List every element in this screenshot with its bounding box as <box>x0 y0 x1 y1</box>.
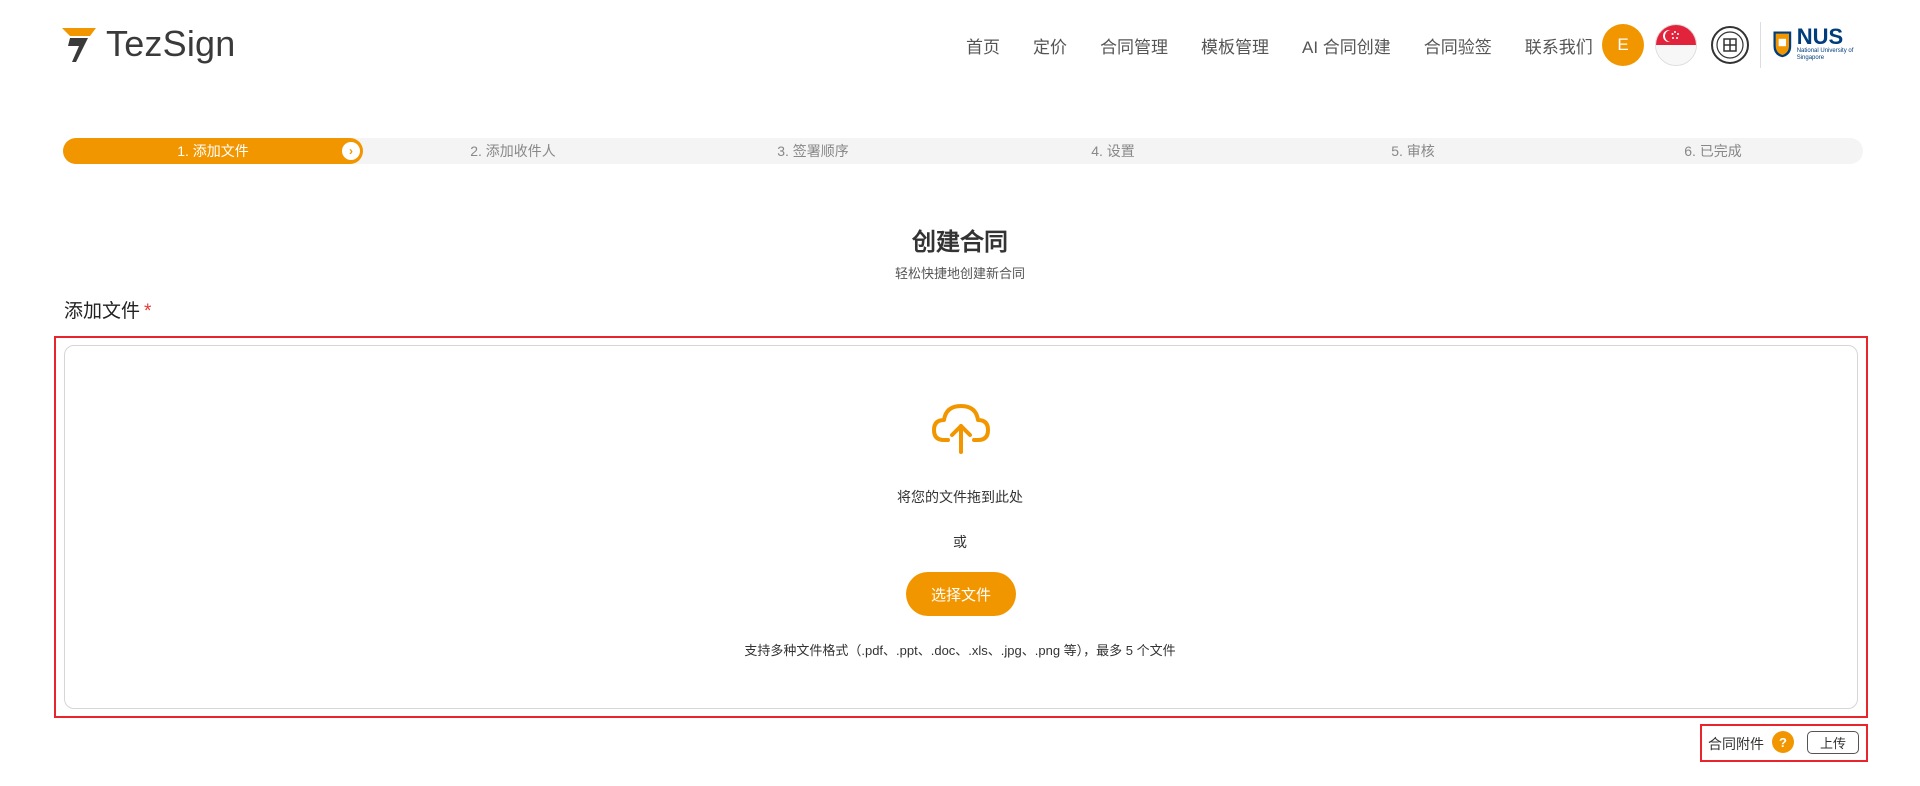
page-subtitle: 轻松快捷地创建新合同 <box>894 266 1025 281</box>
step-add-file[interactable]: 1. 添加文件 › <box>63 138 363 164</box>
nav-item-contract-verify[interactable]: 合同验签 <box>1424 33 1492 58</box>
add-file-label: 添加文件 * <box>64 296 151 323</box>
or-separator: 或 <box>953 534 967 550</box>
step-completed[interactable]: 6. 已完成 <box>1563 138 1863 164</box>
step-settings[interactable]: 4. 设置 <box>963 138 1263 164</box>
brand-logo[interactable]: TezSign <box>60 20 235 68</box>
user-avatar[interactable]: E <box>1602 24 1644 66</box>
nav-item-contract-management[interactable]: 合同管理 <box>1100 33 1168 58</box>
upload-attachment-button[interactable]: 上传 <box>1807 731 1859 754</box>
nav-item-home[interactable]: 首页 <box>966 33 1000 58</box>
step-signing-order[interactable]: 3. 签署顺序 <box>663 138 963 164</box>
step-review[interactable]: 5. 审核 <box>1263 138 1563 164</box>
nav-item-pricing[interactable]: 定价 <box>1033 33 1067 58</box>
step-label: 1. 添加文件 <box>177 143 249 159</box>
supported-formats-note: 支持多种文件格式（.pdf、.ppt、.doc、.xls、.jpg、.png 等… <box>744 643 1176 658</box>
singapore-flag-icon[interactable] <box>1655 24 1697 66</box>
nav-item-contact[interactable]: 联系我们 <box>1525 33 1593 58</box>
header: TezSign 首页 定价 合同管理 模板管理 AI 合同创建 合同验签 联系我… <box>0 0 1920 92</box>
step-add-recipients[interactable]: 2. 添加收件人 <box>363 138 663 164</box>
nus-logo: NUS National University of Singapore <box>1772 20 1860 68</box>
seal-icon[interactable] <box>1710 25 1750 65</box>
required-mark: * <box>144 301 152 322</box>
nav-item-ai-contract[interactable]: AI 合同创建 <box>1302 33 1391 58</box>
chevron-right-icon: › <box>342 142 360 160</box>
main-nav: 首页 定价 合同管理 模板管理 AI 合同创建 合同验签 联系我们 <box>966 30 1593 60</box>
add-file-label-text: 添加文件 <box>64 301 141 322</box>
page: TezSign 首页 定价 合同管理 模板管理 AI 合同创建 合同验签 联系我… <box>0 0 1920 786</box>
header-divider <box>1760 22 1761 68</box>
contract-attachment-label: 合同附件 <box>1708 736 1764 752</box>
page-title: 创建合同 <box>912 229 1008 256</box>
tezsign-logo-icon <box>62 28 96 62</box>
choose-file-button[interactable]: 选择文件 <box>906 572 1016 616</box>
nus-crest-icon <box>1773 31 1792 58</box>
drag-hint: 将您的文件拖到此处 <box>897 489 1023 505</box>
progress-stepper: 1. 添加文件 › 2. 添加收件人 3. 签署顺序 4. 设置 5. 审核 6… <box>63 138 1863 164</box>
nav-item-template-management[interactable]: 模板管理 <box>1201 33 1269 58</box>
brand-name: TezSign <box>106 23 236 64</box>
help-icon[interactable]: ? <box>1772 731 1794 753</box>
nus-wordmark: NUS <box>1796 24 1844 49</box>
cloud-upload-icon <box>932 404 990 454</box>
nus-subtitle: National University of Singapore <box>1796 48 1854 61</box>
